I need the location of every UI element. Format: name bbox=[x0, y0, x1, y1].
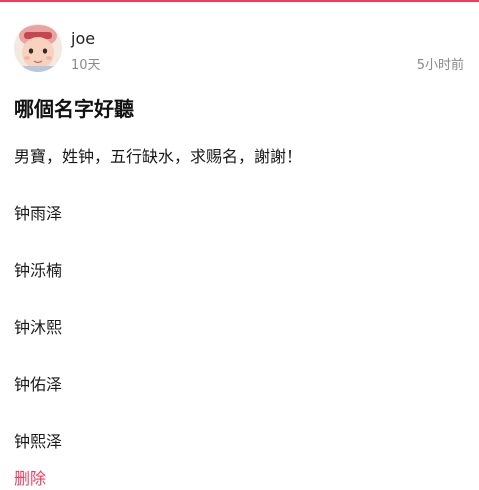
name-option: 钟雨泽 bbox=[14, 204, 63, 223]
delete-button[interactable]: 删除 bbox=[14, 468, 46, 490]
post-timestamp: 5小时前 bbox=[416, 58, 464, 73]
post-body: 男寶，姓钟，五行缺水，求赐名，謝謝！ 钟雨泽 钟泺楠 钟沐熙 钟佑泽 钟熙泽 bbox=[14, 146, 464, 488]
name-option: 钟泺楠 bbox=[14, 261, 63, 280]
post-title: 哪個名字好聽 bbox=[14, 97, 134, 121]
baby-photo-avatar-icon bbox=[14, 24, 62, 72]
baby-age-label: 10天 bbox=[71, 58, 101, 73]
post-intro-line: 男寶，姓钟，五行缺水，求赐名，謝謝！ bbox=[14, 147, 303, 166]
top-accent-bar bbox=[0, 0, 479, 2]
name-option: 钟沐熙 bbox=[14, 318, 63, 337]
name-option: 钟熙泽 bbox=[14, 432, 63, 451]
author-name[interactable]: joe bbox=[71, 29, 95, 49]
name-option: 钟佑泽 bbox=[14, 375, 63, 394]
author-avatar[interactable] bbox=[14, 24, 62, 72]
